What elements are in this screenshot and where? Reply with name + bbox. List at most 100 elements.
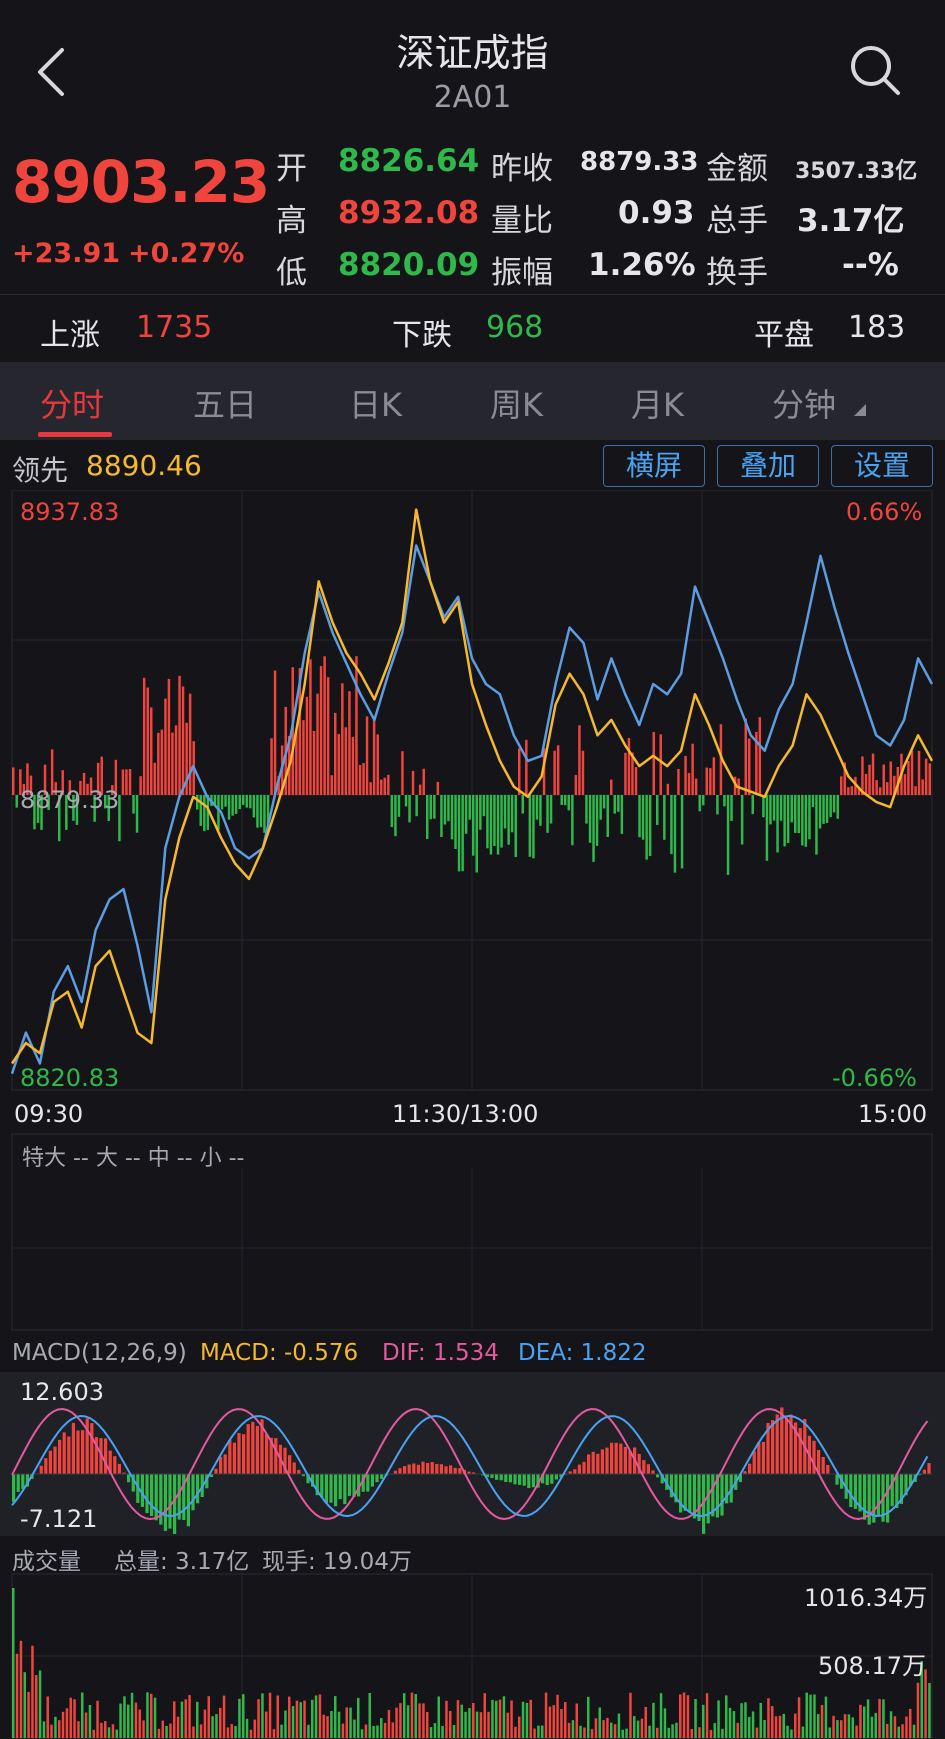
down-bar [464,795,468,834]
down-bar [762,795,765,818]
macd-up-bar [81,1430,85,1474]
down-bar [617,795,620,812]
volume-bar [590,1729,594,1738]
down-bar [769,795,772,825]
volume-bar [456,1700,460,1738]
down-bar [256,795,259,828]
volume-bar [709,1729,713,1738]
volume-bar [928,1683,931,1738]
volume-bar [211,1716,214,1738]
volume-bar [38,1670,42,1738]
down-bar [740,795,744,845]
tab-monthly-k[interactable]: 月K [631,380,684,426]
volume-bar [583,1727,586,1738]
tab-weekly-k[interactable]: 周K [490,380,543,426]
macd-down-bar [347,1474,352,1496]
down-bar [613,795,616,814]
down-bar [829,795,832,818]
tab-daily-k[interactable]: 日K [349,380,402,426]
overlay-button[interactable]: 叠加 [717,445,819,487]
down-bar [595,795,599,846]
volume-bar [84,1712,88,1738]
up-bar [677,769,680,795]
volume-bar [318,1694,322,1738]
down-bar [447,795,450,822]
down-bar [461,795,464,872]
down-bar [433,795,436,819]
tab-five-day[interactable]: 五日 [193,380,257,426]
volume-bar [771,1706,774,1738]
up-bar [871,753,875,795]
macd-down-bar [522,1474,526,1486]
down-bar [716,795,719,815]
macd-up-bar [610,1442,614,1474]
down-bar [510,795,514,833]
down-bar [443,795,447,825]
volume-bar [165,1726,168,1738]
volume-bar [736,1722,739,1738]
volume-bar [652,1702,655,1738]
macd-up-bar [748,1463,752,1474]
macd-title: MACD(12,26,9) [12,1340,187,1366]
macd-up-bar [53,1446,57,1474]
volume-bar [629,1692,632,1738]
up-bar [910,750,914,795]
volume-bar [625,1728,628,1738]
down-bar [234,795,238,814]
volume-bar [376,1725,379,1738]
volume-bar [721,1728,724,1738]
up-bar [344,727,348,795]
volume-bar [564,1702,567,1738]
volume-bar [441,1725,444,1738]
down-bar [818,795,822,829]
up-bar [889,761,892,795]
lead-value: 8890.46 [86,449,202,482]
macd-value: MACD: -0.576 [200,1340,359,1366]
macd-up-bar [449,1465,453,1474]
search-icon[interactable] [845,40,905,100]
volume-bar [702,1704,705,1738]
active-tab-underline [38,432,112,437]
volume-bar [96,1700,99,1738]
volume-bar [548,1706,552,1738]
volume-bar [786,1725,789,1738]
volume-bar [602,1720,605,1738]
settings-button[interactable]: 设置 [831,445,933,487]
macd-up-bar [403,1466,407,1474]
volume-bar [847,1714,851,1738]
volume-bar [690,1729,693,1738]
macd-up-bar [922,1469,927,1474]
intraday-chart[interactable] [0,490,945,1098]
volume-bar [295,1700,299,1738]
macd-up-bar [646,1464,651,1474]
up-bar [659,734,662,795]
volume-bar [732,1711,736,1738]
macd-up-bar [251,1421,255,1474]
macd-up-bar [421,1461,425,1474]
volume-bar [909,1708,912,1738]
down-bar [680,795,684,869]
volume-bar [552,1705,555,1738]
macd-down-bar [697,1474,701,1521]
volume-bar [537,1725,540,1738]
landscape-button[interactable]: 横屏 [603,445,705,487]
price-change: +23.91 [12,238,121,269]
down-bar [804,795,808,847]
down-bar [808,795,811,840]
volume-bar [744,1702,747,1738]
volume-bar [222,1695,226,1738]
up-bar [627,738,631,795]
tab-minute[interactable]: 分钟 [772,380,836,426]
up-bar [518,748,521,795]
macd-up-bar [619,1443,623,1474]
volume-bar [824,1696,828,1738]
down-bar [535,795,539,820]
tab-intraday[interactable]: 分时 [40,380,104,426]
macd-down-bar [127,1474,131,1483]
up-bar [875,780,878,795]
volume-bar [621,1729,624,1738]
macd-up-bar [757,1442,761,1474]
turnover-label: 换手 [706,255,768,291]
macd-chart[interactable] [0,1372,945,1536]
volume-bar [307,1724,310,1738]
